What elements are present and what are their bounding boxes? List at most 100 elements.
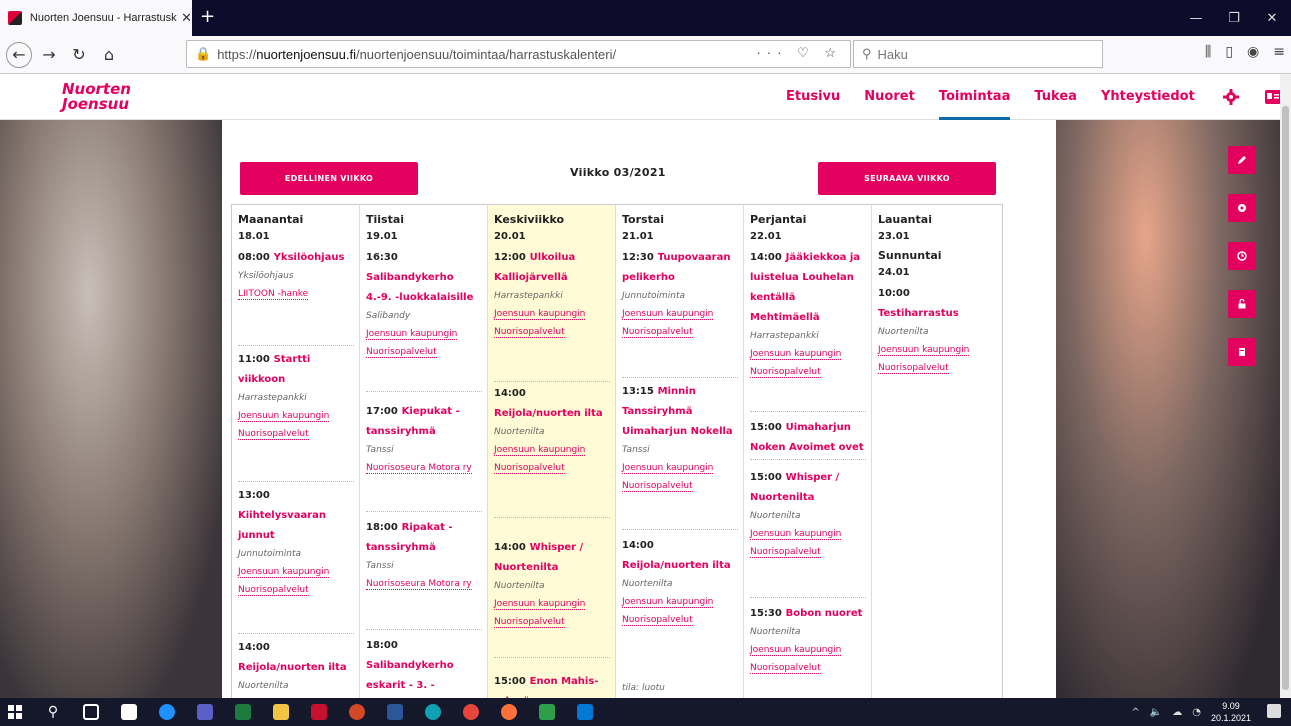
restore-icon[interactable]: ❐ <box>1215 0 1253 36</box>
firefox-icon[interactable] <box>494 698 524 726</box>
event-title[interactable]: Reijola/nuorten ilta <box>494 408 603 419</box>
event[interactable]: 14:00 Reijola/nuorten ilta Nuortenilta <box>238 637 354 695</box>
event-organizer[interactable]: Nuorisopalvelut <box>494 613 610 631</box>
file-explorer-icon[interactable] <box>266 698 296 726</box>
event[interactable]: 13:00 Kiihtelysvaaran junnut Junnutoimin… <box>238 485 354 599</box>
event[interactable]: 12:00 Ulkoilua Kalliojärvellä Harrastepa… <box>494 247 610 341</box>
edge-icon[interactable] <box>418 698 448 726</box>
document-icon[interactable] <box>1228 338 1256 366</box>
next-week-button[interactable]: SEURAAVA VIIKKO <box>818 162 996 195</box>
event-organizer[interactable]: Nuorisoseura Motora ry <box>366 575 482 593</box>
event[interactable]: 16:30 Salibandykerho 4.-9. -luokkalaisil… <box>366 247 482 361</box>
event-organizer[interactable]: Nuorisoseura Motora ry <box>366 459 482 477</box>
task-view-icon[interactable] <box>76 698 106 726</box>
event-organizer[interactable]: Nuorisopalvelut <box>622 323 738 341</box>
event-organizer[interactable]: Nuorisopalvelut <box>494 323 610 341</box>
event-organizer[interactable]: Joensuun kaupungin <box>494 441 610 459</box>
onedrive-icon[interactable]: ☁ <box>1172 707 1182 718</box>
new-tab-button[interactable]: + <box>200 6 215 27</box>
scrollbar-thumb[interactable] <box>1282 106 1289 690</box>
menu-icon[interactable]: ≡ <box>1273 44 1285 60</box>
event-organizer[interactable]: Joensuun kaupungin <box>494 305 610 323</box>
search-input[interactable]: ⚲ Haku <box>853 40 1103 68</box>
event-organizer[interactable]: Nuorisopalvelut <box>494 459 610 477</box>
id-card-icon[interactable] <box>1261 74 1280 120</box>
event-organizer[interactable]: Joensuun kaupungin <box>622 593 738 611</box>
event-organizer[interactable]: LIITOON -hanke <box>238 285 354 303</box>
previous-week-button[interactable]: EDELLINEN VIIKKO <box>240 162 418 195</box>
powerpoint-icon[interactable] <box>342 698 372 726</box>
event[interactable]: 14:00 Jääkiekkoa ja luistelua Louhelan k… <box>750 247 866 381</box>
forward-icon[interactable]: → <box>36 42 62 68</box>
back-icon[interactable]: ← <box>6 41 32 68</box>
site-logo[interactable]: Nuorten Joensuu <box>62 82 142 114</box>
event-organizer[interactable]: Nuorisopalvelut <box>750 543 866 561</box>
event-organizer[interactable]: Nuorisopalvelut <box>750 659 866 677</box>
event-organizer[interactable]: Nuorisopalvelut <box>878 359 994 377</box>
windows-start-icon[interactable] <box>0 698 30 726</box>
event[interactable]: 15:00 Uimaharjun Noken Avoimet ovet <box>750 417 866 457</box>
event-organizer[interactable]: Nuorisopalvelut <box>622 477 738 495</box>
reload-icon[interactable]: ↻ <box>66 42 92 68</box>
event[interactable]: 14:00 Reijola/nuorten ilta Nuortenilta J… <box>622 535 738 629</box>
event[interactable]: 14:00 Whisper / Nuortenilta Nuortenilta … <box>494 537 610 631</box>
event[interactable]: 18:00 Salibandykerho eskarit - 3. -luokk… <box>366 635 482 698</box>
close-window-icon[interactable]: ✕ <box>1253 0 1291 36</box>
home-icon[interactable]: ⌂ <box>96 42 122 68</box>
page-actions-icons[interactable]: ··· ♡ ☆ <box>756 45 842 61</box>
volume-icon[interactable]: 🔈 <box>1150 707 1162 718</box>
event-organizer[interactable]: Nuorisopalvelut <box>238 425 354 443</box>
event-organizer[interactable]: Joensuun kaupungin <box>622 305 738 323</box>
event[interactable]: 15:00 Enon Mahis-ryhmä <box>494 671 610 698</box>
minimize-icon[interactable]: — <box>1177 0 1215 36</box>
clock-icon[interactable] <box>1228 242 1256 270</box>
event-title[interactable]: Yksilöohjaus <box>274 252 345 263</box>
excel-icon[interactable] <box>228 698 258 726</box>
settings-gear-icon[interactable] <box>1219 74 1243 120</box>
event-organizer[interactable]: Joensuun kaupungin <box>750 641 866 659</box>
search-taskbar-icon[interactable]: ⚲ <box>38 698 68 726</box>
browser-tab[interactable]: Nuorten Joensuu - Harrastuskal ✕ <box>0 0 192 36</box>
event[interactable]: 13:15 Minnin Tanssiryhmä Uimaharjun Noke… <box>622 381 738 495</box>
event-title[interactable]: Kiihtelysvaaran junnut <box>238 510 326 541</box>
event[interactable]: 11:00 Startti viikkoon Harrastepankki Jo… <box>238 349 354 443</box>
app-icon[interactable] <box>532 698 562 726</box>
account-icon[interactable]: ◉ <box>1247 44 1259 60</box>
library-icon[interactable]: ⫼ <box>1205 44 1211 60</box>
pdf-icon[interactable] <box>304 698 334 726</box>
event-title[interactable]: Reijola/nuorten ilta <box>622 560 731 571</box>
event[interactable]: 18:00 Ripakat - tanssiryhmä Tanssi Nuori… <box>366 517 482 593</box>
event-organizer[interactable]: Joensuun kaupungin <box>366 325 482 343</box>
event-organizer[interactable]: Nuorisopalvelut <box>238 581 354 599</box>
event-title[interactable]: Salibandykerho eskarit - 3. -luokkalaisi… <box>366 660 454 698</box>
notification-icon[interactable] <box>1267 704 1281 718</box>
event-title[interactable]: Bobon nuoret <box>786 608 863 619</box>
event-title[interactable]: Reijola/nuorten ilta <box>238 662 347 673</box>
settings-icon[interactable] <box>1228 194 1256 222</box>
nav-toimintaa[interactable]: Toimintaa <box>938 74 1010 120</box>
event-title[interactable]: Testiharrastus <box>878 308 959 319</box>
chrome-icon[interactable] <box>456 698 486 726</box>
event-organizer[interactable]: Joensuun kaupungin <box>622 459 738 477</box>
event-organizer[interactable]: Joensuun kaupungin <box>494 595 610 613</box>
event-title[interactable]: Salibandykerho 4.-9. -luokkalaisille <box>366 272 473 303</box>
event[interactable]: 08:00 Yksilöohjaus Yksilöohjaus LIITOON … <box>238 247 354 303</box>
edge-legacy-icon[interactable] <box>152 698 182 726</box>
event-organizer[interactable]: Nuorisopalvelut <box>622 611 738 629</box>
nav-nuoret[interactable]: Nuoret <box>864 74 915 120</box>
edit-icon[interactable] <box>1228 146 1256 174</box>
unlock-icon[interactable] <box>1228 290 1256 318</box>
clock[interactable]: 9.09 20.1.2021 <box>1211 700 1251 724</box>
nav-yhteystiedot[interactable]: Yhteystiedot <box>1101 74 1195 120</box>
wifi-icon[interactable]: ◔ <box>1192 707 1201 718</box>
event[interactable]: 12:30 Tuupovaaran pelikerho Junnutoimint… <box>622 247 738 341</box>
event-organizer[interactable]: Nuorisopalvelut <box>750 363 866 381</box>
event-organizer[interactable]: Joensuun kaupungin <box>750 345 866 363</box>
event-organizer[interactable]: Joensuun kaupungin <box>750 525 866 543</box>
event-organizer[interactable]: Nuorisopalvelut <box>366 343 482 361</box>
event[interactable]: 14:00 Reijola/nuorten ilta Nuortenilta J… <box>494 383 610 477</box>
word-icon[interactable] <box>380 698 410 726</box>
event-organizer[interactable]: Joensuun kaupungin <box>238 407 354 425</box>
outlook-icon[interactable] <box>570 698 600 726</box>
tray-chevron-icon[interactable]: ^ <box>1131 707 1139 718</box>
